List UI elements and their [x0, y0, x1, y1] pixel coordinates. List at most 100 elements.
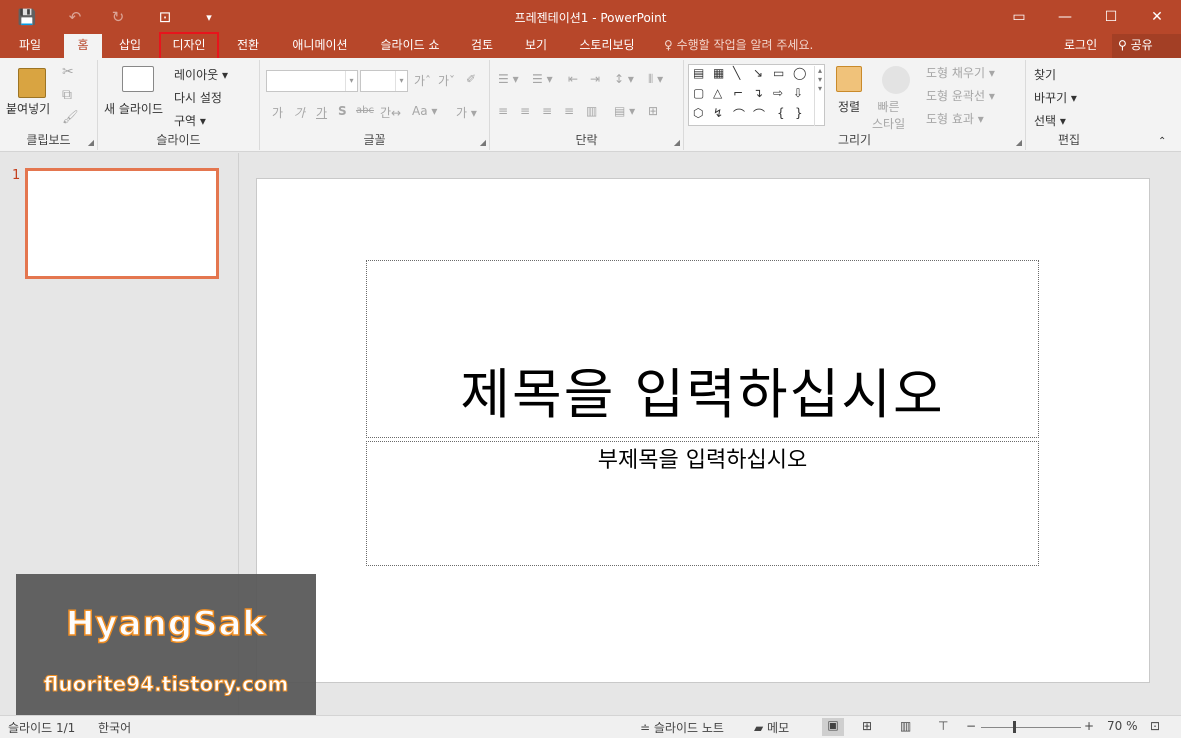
shape-outline-button[interactable]: 도형 윤곽선 ▾: [926, 87, 995, 104]
collapse-ribbon-icon[interactable]: ⌃: [1158, 136, 1166, 147]
slideshow-view-icon[interactable]: ⊤: [938, 719, 948, 733]
tab-storyboarding[interactable]: 스토리보딩: [570, 34, 644, 58]
reading-view-icon[interactable]: ▥: [900, 719, 911, 733]
cut-icon[interactable]: ✂: [62, 64, 74, 80]
grow-font-icon[interactable]: 가ˆ: [414, 72, 431, 89]
format-painter-icon[interactable]: 🖌: [62, 110, 79, 125]
tab-home[interactable]: 홈: [64, 34, 102, 59]
font-launcher-icon[interactable]: ◢: [480, 138, 486, 147]
clipboard-launcher-icon[interactable]: ◢: [88, 138, 94, 147]
slide-thumbnail[interactable]: [25, 168, 219, 279]
tab-transitions[interactable]: 전환: [226, 34, 270, 58]
share-button[interactable]: ⚲ 공유: [1112, 34, 1181, 58]
layout-button[interactable]: 레이아웃 ▾: [174, 66, 228, 83]
shape-line-icon[interactable]: ╲: [733, 66, 740, 80]
tab-slideshow[interactable]: 슬라이드 쇼: [370, 34, 450, 58]
decrease-indent-icon[interactable]: ⇤: [568, 72, 578, 86]
italic-icon[interactable]: 가: [294, 104, 305, 121]
paragraph-launcher-icon[interactable]: ◢: [674, 138, 680, 147]
login-link[interactable]: 로그인: [1064, 34, 1097, 56]
replace-button[interactable]: 바꾸기 ▾: [1034, 89, 1077, 106]
new-slide-icon[interactable]: [122, 66, 154, 92]
copy-icon[interactable]: ⧉: [62, 87, 72, 103]
shape-arrow-icon[interactable]: ↘: [753, 66, 763, 80]
shape-rect-icon[interactable]: ▭: [773, 66, 784, 80]
shape-right-brace-icon[interactable]: }: [795, 106, 803, 120]
underline-icon[interactable]: 가: [316, 104, 327, 121]
comments-button[interactable]: ▰ 메모: [754, 719, 789, 736]
select-button[interactable]: 선택 ▾: [1034, 112, 1066, 129]
shape-freeform-icon[interactable]: ⬡: [693, 106, 703, 120]
char-spacing-icon[interactable]: 간↔: [380, 104, 401, 121]
subtitle-placeholder[interactable]: 부제목을 입력하십시오: [366, 441, 1039, 566]
align-text-icon[interactable]: ▤ ▾: [614, 104, 635, 118]
shrink-font-icon[interactable]: 가ˇ: [438, 72, 455, 89]
shape-right-arrow-icon[interactable]: ⇨: [773, 86, 783, 100]
reset-button[interactable]: 다시 설정: [174, 89, 222, 106]
shape-scribble-icon[interactable]: ↯: [713, 106, 723, 120]
justify-icon[interactable]: ≡: [564, 104, 574, 118]
tab-insert[interactable]: 삽입: [110, 34, 150, 58]
shape-textbox-icon[interactable]: ▤: [693, 66, 704, 80]
tab-view[interactable]: 보기: [514, 34, 558, 58]
align-right-icon[interactable]: ≡: [542, 104, 552, 118]
font-size-combo[interactable]: ▾: [360, 70, 408, 92]
strikethrough-icon[interactable]: abc: [356, 105, 374, 116]
font-color-icon[interactable]: 가 ▾: [456, 104, 477, 121]
increase-indent-icon[interactable]: ⇥: [590, 72, 600, 86]
shape-triangle-icon[interactable]: △: [713, 86, 722, 100]
numbering-icon[interactable]: ☰ ▾: [532, 72, 553, 86]
tab-animations[interactable]: 애니메이션: [282, 34, 358, 58]
arrange-button[interactable]: 정렬: [838, 98, 860, 115]
maximize-button[interactable]: ☐: [1088, 0, 1134, 34]
close-button[interactable]: ✕: [1134, 0, 1180, 34]
new-slide-button[interactable]: 새 슬라이드: [104, 100, 163, 117]
normal-view-icon[interactable]: ▣: [822, 718, 844, 736]
fit-slide-icon[interactable]: ⊡: [1150, 719, 1160, 733]
shape-fill-button[interactable]: 도형 채우기 ▾: [926, 64, 995, 81]
shape-arc-icon[interactable]: ⌒: [733, 106, 745, 123]
quick-styles-icon[interactable]: [882, 66, 910, 94]
shape-roundrect-icon[interactable]: ▢: [693, 86, 704, 100]
tab-review[interactable]: 검토: [462, 34, 502, 58]
shape-down-arrow-icon[interactable]: ⇩: [793, 86, 803, 100]
shadow-icon[interactable]: S: [338, 104, 347, 118]
zoom-out-button[interactable]: −: [966, 719, 976, 733]
shape-elbow-icon[interactable]: ⌐: [733, 86, 743, 100]
language-indicator[interactable]: 한국어: [98, 719, 131, 736]
paste-icon[interactable]: [18, 68, 46, 98]
shape-left-brace-icon[interactable]: {: [777, 106, 785, 120]
zoom-slider[interactable]: [981, 727, 1081, 728]
notes-button[interactable]: ≐ 슬라이드 노트: [640, 719, 724, 736]
ribbon-display-icon[interactable]: ▭: [996, 0, 1042, 34]
slide-sorter-icon[interactable]: ⊞: [862, 719, 872, 733]
tell-me-search[interactable]: ♀ 수행할 작업을 알려 주세요.: [664, 34, 813, 58]
drawing-launcher-icon[interactable]: ◢: [1016, 138, 1022, 147]
zoom-level[interactable]: 70 %: [1107, 719, 1138, 733]
bold-icon[interactable]: 가: [272, 104, 283, 121]
arrange-icon[interactable]: [836, 66, 862, 92]
shape-oval-icon[interactable]: ◯: [793, 66, 806, 80]
paste-button[interactable]: 붙여넣기: [6, 100, 50, 117]
shape-effects-button[interactable]: 도형 효과 ▾: [926, 110, 984, 127]
find-button[interactable]: 찾기: [1034, 66, 1056, 83]
zoom-in-button[interactable]: +: [1084, 719, 1094, 733]
change-case-icon[interactable]: Aa ▾: [412, 104, 437, 118]
smartart-icon[interactable]: ⊞: [648, 104, 658, 118]
shape-vtextbox-icon[interactable]: ▦: [713, 66, 724, 80]
tab-file[interactable]: 파일: [6, 34, 54, 58]
bullets-icon[interactable]: ☰ ▾: [498, 72, 519, 86]
zoom-slider-thumb[interactable]: [1013, 721, 1016, 733]
section-button[interactable]: 구역 ▾: [174, 112, 206, 129]
align-center-icon[interactable]: ≡: [520, 104, 530, 118]
shape-elbow-arrow-icon[interactable]: ↴: [753, 86, 763, 100]
font-name-combo[interactable]: ▾: [266, 70, 358, 92]
gallery-scroll-icon[interactable]: ▴ ▾ ▾: [814, 66, 825, 126]
minimize-button[interactable]: —: [1042, 0, 1088, 34]
columns-icon[interactable]: ⦀ ▾: [648, 72, 663, 87]
shapes-gallery[interactable]: ▤ ▦ ╲ ↘ ▭ ◯ ▢ △ ⌐ ↴ ⇨ ⇩ ⬡ ↯ ⌒ ⌒ { } ▴ ▾ ▾: [688, 64, 825, 126]
quick-styles-button[interactable]: 빠른 스타일: [872, 98, 905, 132]
clear-format-icon[interactable]: ✐: [466, 72, 476, 86]
align-left-icon[interactable]: ≡: [498, 104, 508, 118]
line-spacing-icon[interactable]: ↕ ▾: [614, 72, 634, 86]
